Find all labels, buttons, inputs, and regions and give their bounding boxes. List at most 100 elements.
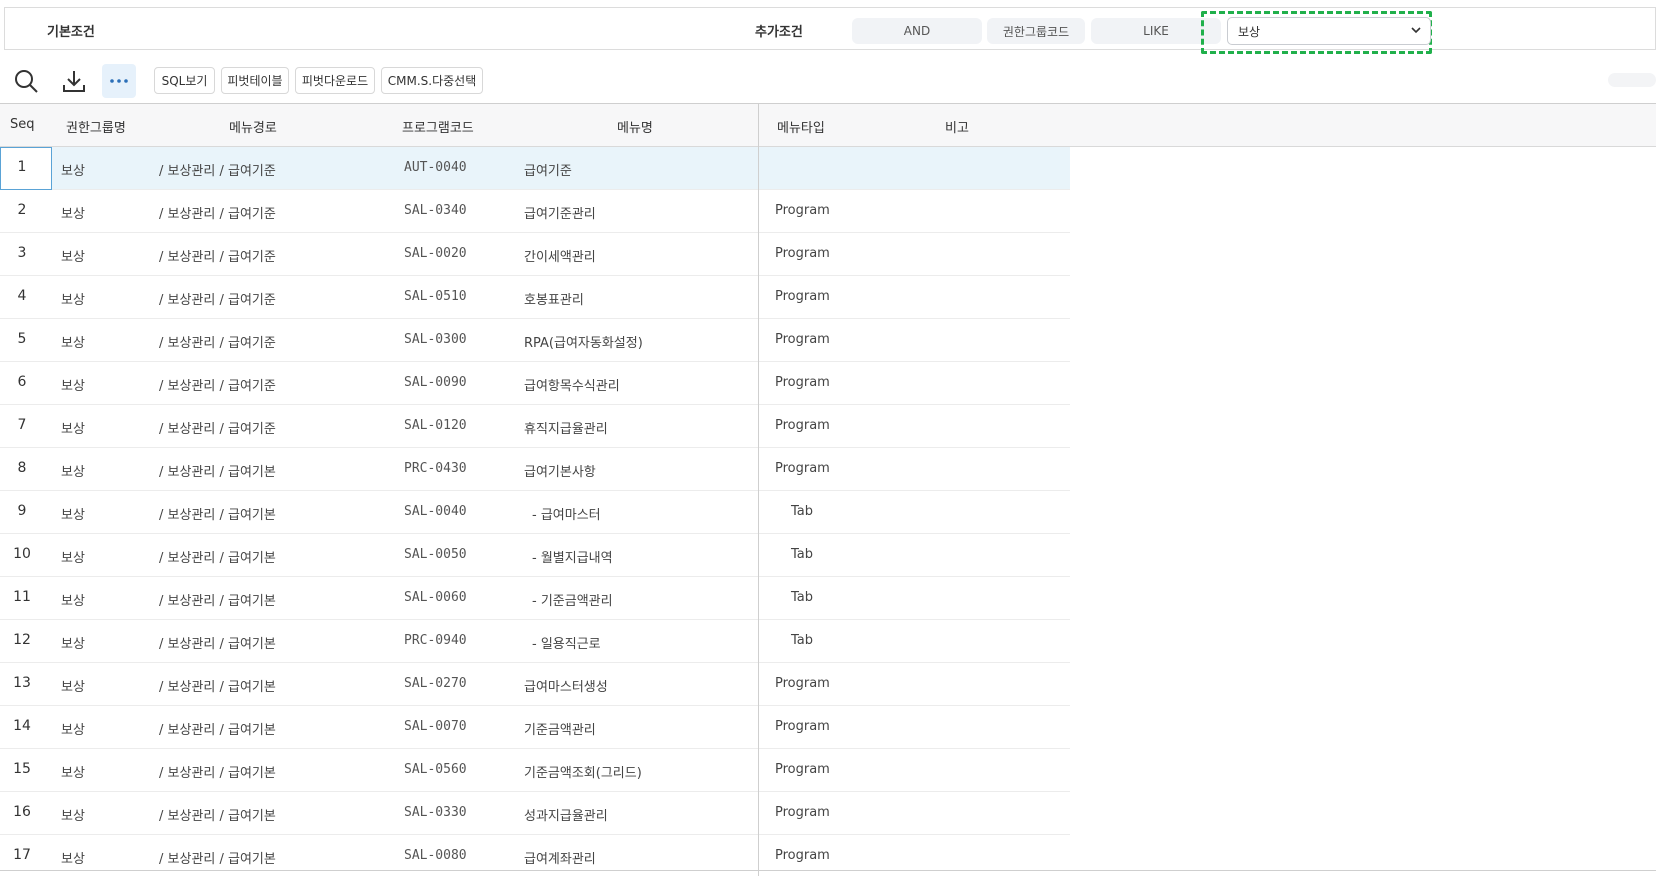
cell-path[interactable]: / 보상관리 / 급여기준 (159, 375, 276, 394)
column-header-type[interactable]: 메뉴타입 (777, 117, 825, 136)
cell-name[interactable]: 급여기본사항 (524, 461, 596, 480)
cell-type[interactable]: Tab (791, 633, 813, 648)
cell-path[interactable]: / 보상관리 / 급여기준 (159, 289, 276, 308)
table-row[interactable]: 14 보상 / 보상관리 / 급여기본 SAL-0070 기준금액관리 Program (0, 706, 1070, 749)
cell-name[interactable]: 급여계좌관리 (524, 848, 596, 867)
cell-path[interactable]: / 보상관리 / 급여기준 (159, 160, 276, 179)
cell-group[interactable]: 보상 (61, 203, 85, 222)
search-button[interactable] (9, 64, 43, 98)
cell-name[interactable]: 급여항목수식관리 (524, 375, 620, 394)
table-row[interactable]: 9 보상 / 보상관리 / 급여기본 SAL-0040 - 급여마스터 Tab (0, 491, 1070, 534)
cell-seq[interactable]: 13 (0, 675, 44, 691)
cell-group[interactable]: 보상 (61, 246, 85, 265)
table-row[interactable]: 15 보상 / 보상관리 / 급여기본 SAL-0560 기준금액조회(그리드) Prog… (0, 749, 1070, 792)
cell-code[interactable]: SAL-0090 (404, 375, 467, 390)
cell-type[interactable]: Program (775, 203, 830, 218)
cell-path[interactable]: / 보상관리 / 급여기본 (159, 590, 276, 609)
cell-seq[interactable]: 15 (0, 761, 44, 777)
cell-type[interactable]: Program (775, 418, 830, 433)
cell-code[interactable]: AUT-0040 (404, 160, 467, 175)
cell-path[interactable]: / 보상관리 / 급여기본 (159, 848, 276, 867)
cell-code[interactable]: PRC-0430 (404, 461, 467, 476)
cell-type[interactable]: Program (775, 676, 830, 691)
column-header-note[interactable]: 비고 (945, 117, 969, 136)
cell-type[interactable]: Tab (791, 590, 813, 605)
table-row[interactable]: 11 보상 / 보상관리 / 급여기본 SAL-0060 - 기준금액관리 Tab (0, 577, 1070, 620)
cell-group[interactable]: 보상 (61, 375, 85, 394)
column-header-path[interactable]: 메뉴경로 (229, 117, 277, 136)
cell-seq[interactable]: 8 (0, 460, 44, 476)
operator-select[interactable]: AND (852, 18, 982, 44)
cell-seq[interactable]: 10 (0, 546, 44, 562)
table-row[interactable]: 2 보상 / 보상관리 / 급여기준 SAL-0340 급여기준관리 Program (0, 190, 1070, 233)
cell-seq[interactable]: 2 (0, 202, 44, 218)
cell-group[interactable]: 보상 (61, 590, 85, 609)
cell-code[interactable]: SAL-0050 (404, 547, 467, 562)
cell-group[interactable]: 보상 (61, 719, 85, 738)
cell-path[interactable]: / 보상관리 / 급여기본 (159, 633, 276, 652)
cell-seq[interactable]: 1 (0, 159, 44, 175)
cell-name[interactable]: 호봉표관리 (524, 289, 584, 308)
table-row[interactable]: 13 보상 / 보상관리 / 급여기본 SAL-0270 급여마스터생성 Program (0, 663, 1070, 706)
table-row[interactable]: 3 보상 / 보상관리 / 급여기준 SAL-0020 간이세액관리 Program (0, 233, 1070, 276)
cell-group[interactable]: 보상 (61, 332, 85, 351)
cell-group[interactable]: 보상 (61, 762, 85, 781)
cell-seq[interactable]: 17 (0, 847, 44, 863)
pivot-table-button[interactable]: 피벗테이블 (221, 67, 289, 94)
table-row[interactable]: 6 보상 / 보상관리 / 급여기준 SAL-0090 급여항목수식관리 Program (0, 362, 1070, 405)
cell-code[interactable]: SAL-0510 (404, 289, 467, 304)
cell-name[interactable]: 간이세액관리 (524, 246, 596, 265)
cell-type[interactable]: Program (775, 805, 830, 820)
cell-type[interactable]: Program (775, 762, 830, 777)
cell-path[interactable]: / 보상관리 / 급여기준 (159, 246, 276, 265)
cell-name[interactable]: 기준금액관리 (524, 719, 596, 738)
table-row[interactable]: 5 보상 / 보상관리 / 급여기준 SAL-0300 RPA(급여자동화설정) Prog… (0, 319, 1070, 362)
cell-code[interactable]: SAL-0330 (404, 805, 467, 820)
cell-path[interactable]: / 보상관리 / 급여기본 (159, 461, 276, 480)
cell-code[interactable]: SAL-0070 (404, 719, 467, 734)
cell-group[interactable]: 보상 (61, 461, 85, 480)
cell-path[interactable]: / 보상관리 / 급여기준 (159, 418, 276, 437)
cell-group[interactable]: 보상 (61, 160, 85, 179)
cell-name[interactable]: 기준금액조회(그리드) (524, 762, 642, 781)
cell-seq[interactable]: 9 (0, 503, 44, 519)
cell-seq[interactable]: 14 (0, 718, 44, 734)
cell-code[interactable]: SAL-0120 (404, 418, 467, 433)
cell-seq[interactable]: 3 (0, 245, 44, 261)
cell-name[interactable]: - 급여마스터 (532, 504, 601, 523)
cell-group[interactable]: 보상 (61, 633, 85, 652)
column-header-code[interactable]: 프로그램코드 (402, 117, 474, 136)
cell-code[interactable]: SAL-0560 (404, 762, 467, 777)
cell-name[interactable]: - 일용직근로 (532, 633, 601, 652)
cell-type[interactable]: Program (775, 848, 830, 863)
more-button[interactable] (102, 64, 136, 98)
cell-code[interactable]: PRC-0940 (404, 633, 467, 648)
cell-seq[interactable]: 6 (0, 374, 44, 390)
cell-code[interactable]: SAL-0040 (404, 504, 467, 519)
cell-group[interactable]: 보상 (61, 418, 85, 437)
cell-type[interactable]: Tab (791, 547, 813, 562)
cell-name[interactable]: - 기준금액관리 (532, 590, 613, 609)
column-header-name[interactable]: 메뉴명 (617, 117, 653, 136)
cell-group[interactable]: 보상 (61, 676, 85, 695)
cell-group[interactable]: 보상 (61, 547, 85, 566)
cell-path[interactable]: / 보상관리 / 급여기본 (159, 719, 276, 738)
cell-group[interactable]: 보상 (61, 504, 85, 523)
cell-name[interactable]: 휴직지급율관리 (524, 418, 608, 437)
cell-path[interactable]: / 보상관리 / 급여기본 (159, 504, 276, 523)
cell-path[interactable]: / 보상관리 / 급여기본 (159, 805, 276, 824)
multi-select-button[interactable]: CMM.S.다중선택 (381, 67, 483, 94)
cell-path[interactable]: / 보상관리 / 급여기준 (159, 332, 276, 351)
cell-seq[interactable]: 5 (0, 331, 44, 347)
table-row[interactable]: 12 보상 / 보상관리 / 급여기본 PRC-0940 - 일용직근로 Tab (0, 620, 1070, 663)
field-select[interactable]: 권한그룹코드 (987, 18, 1085, 44)
cell-code[interactable]: SAL-0270 (404, 676, 467, 691)
cell-group[interactable]: 보상 (61, 289, 85, 308)
cell-seq[interactable]: 16 (0, 804, 44, 820)
cell-group[interactable]: 보상 (61, 848, 85, 867)
cell-type[interactable]: Tab (791, 504, 813, 519)
cell-code[interactable]: SAL-0080 (404, 848, 467, 863)
cell-seq[interactable]: 7 (0, 417, 44, 433)
cell-code[interactable]: SAL-0060 (404, 590, 467, 605)
cell-type[interactable]: Program (775, 461, 830, 476)
